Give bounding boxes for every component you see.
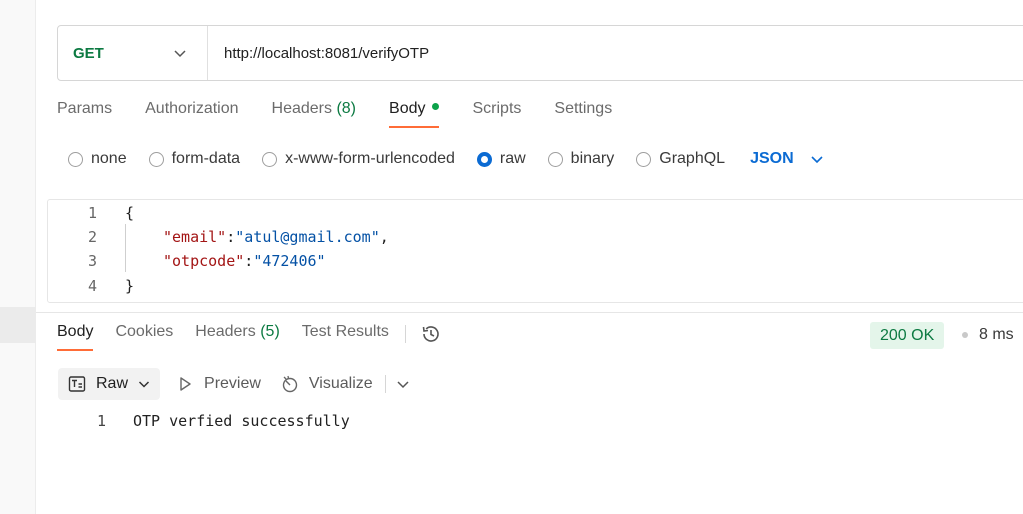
json-value-email: "atul@gmail.com" bbox=[235, 228, 380, 246]
editor-line: 1 { bbox=[48, 201, 134, 225]
radio-form-data[interactable]: form-data bbox=[148, 150, 241, 168]
code-text: } bbox=[125, 277, 135, 295]
tab-authorization[interactable]: Authorization bbox=[145, 100, 238, 128]
radio-none-label: none bbox=[91, 150, 127, 167]
tab-settings-label: Settings bbox=[554, 100, 613, 117]
radio-none[interactable]: none bbox=[68, 150, 127, 168]
request-tabs: Params Authorization Headers (8) Body Sc… bbox=[57, 100, 645, 128]
request-body-editor[interactable]: 1 { 2 "email":"atul@gmail.com", 3 "otpco… bbox=[47, 199, 1023, 303]
radio-urlencoded[interactable]: x-www-form-urlencoded bbox=[262, 150, 455, 168]
chevron-down-icon bbox=[811, 156, 823, 164]
tab-scripts-label: Scripts bbox=[472, 100, 522, 117]
radio-button[interactable] bbox=[262, 151, 278, 167]
method-selector[interactable]: GET bbox=[58, 26, 208, 80]
chevron-down-icon[interactable] bbox=[396, 377, 410, 391]
response-tab-body[interactable]: Body bbox=[57, 323, 94, 351]
visualize-label: Visualize bbox=[308, 375, 373, 392]
body-indicator-dot bbox=[432, 103, 440, 110]
format-dropdown[interactable]: JSON bbox=[750, 150, 824, 168]
line-number: 2 bbox=[87, 228, 97, 246]
format-label: JSON bbox=[750, 150, 794, 167]
raw-label: Raw bbox=[96, 375, 129, 392]
response-headers-count-badge: (5) bbox=[260, 323, 280, 340]
response-tab-body-label: Body bbox=[57, 323, 94, 340]
radio-raw[interactable]: raw bbox=[476, 150, 526, 168]
body-type-selector: none form-data x-www-form-urlencoded raw… bbox=[68, 150, 824, 168]
tab-body-label: Body bbox=[389, 100, 426, 117]
tab-params[interactable]: Params bbox=[57, 100, 112, 128]
visualize-button[interactable]: Visualize bbox=[281, 375, 373, 393]
preview-button[interactable]: Preview bbox=[176, 375, 261, 393]
response-text: OTP verfied successfully bbox=[133, 412, 350, 430]
line-number: 1 bbox=[96, 412, 106, 430]
editor-line: 2 "email":"atul@gmail.com", bbox=[48, 225, 389, 249]
radio-form-data-label: form-data bbox=[171, 150, 241, 167]
code-text: "otpcode":"472406" bbox=[163, 252, 326, 270]
chevron-down-icon bbox=[138, 381, 150, 388]
line-number: 1 bbox=[87, 204, 97, 222]
response-toolbar: Raw Preview Visualize bbox=[58, 368, 410, 400]
radio-raw-label: raw bbox=[499, 150, 526, 167]
visualize-icon bbox=[282, 375, 298, 393]
radio-binary[interactable]: binary bbox=[547, 150, 615, 168]
method-label: GET bbox=[73, 44, 104, 62]
left-sidebar-rail bbox=[0, 0, 36, 514]
url-input[interactable]: http://localhost:8081/verifyOTP bbox=[208, 45, 429, 62]
tab-separator bbox=[404, 325, 406, 343]
status-separator-dot bbox=[962, 332, 968, 338]
radio-graphql-label: GraphQL bbox=[659, 150, 726, 167]
response-tab-test-results[interactable]: Test Results bbox=[302, 323, 389, 351]
response-tab-headers-label: Headers bbox=[195, 323, 256, 340]
radio-urlencoded-label: x-www-form-urlencoded bbox=[285, 150, 455, 167]
tab-body[interactable]: Body bbox=[389, 100, 440, 128]
tab-scripts[interactable]: Scripts bbox=[472, 100, 521, 128]
sidebar-selected-item[interactable] bbox=[0, 307, 36, 343]
preview-label: Preview bbox=[204, 375, 261, 392]
play-icon bbox=[180, 377, 191, 391]
json-key-email: "email" bbox=[163, 228, 227, 246]
response-tab-test-results-label: Test Results bbox=[301, 323, 389, 340]
response-tab-cookies-label: Cookies bbox=[115, 323, 174, 340]
json-value-otpcode: "472406" bbox=[253, 252, 326, 270]
tab-authorization-label: Authorization bbox=[145, 100, 239, 117]
status-badge[interactable]: 200 OK bbox=[870, 322, 945, 349]
response-tab-headers[interactable]: Headers (5) bbox=[195, 323, 280, 351]
line-number: 4 bbox=[87, 277, 97, 295]
radio-button[interactable] bbox=[636, 151, 652, 167]
editor-line: 4 } bbox=[48, 274, 134, 298]
radio-button-checked[interactable] bbox=[476, 151, 492, 167]
chevron-down-icon bbox=[174, 50, 186, 58]
response-divider[interactable] bbox=[36, 312, 1023, 313]
radio-graphql[interactable]: GraphQL bbox=[636, 150, 725, 168]
tab-settings[interactable]: Settings bbox=[554, 100, 612, 128]
toolbar-separator bbox=[384, 375, 386, 393]
radio-button[interactable] bbox=[547, 151, 563, 167]
request-url-bar: GET http://localhost:8081/verifyOTP bbox=[57, 25, 1023, 81]
response-tabs: Body Cookies Headers (5) Test Results bbox=[57, 323, 442, 351]
text-format-icon bbox=[68, 376, 86, 392]
radio-binary-label: binary bbox=[570, 150, 615, 167]
headers-count-badge: (8) bbox=[336, 100, 357, 117]
radio-button[interactable] bbox=[68, 151, 83, 167]
line-number: 3 bbox=[87, 252, 97, 270]
tab-headers-label: Headers bbox=[271, 100, 332, 117]
indent-guide bbox=[125, 224, 126, 272]
radio-button[interactable] bbox=[148, 151, 164, 167]
history-icon[interactable] bbox=[420, 323, 442, 345]
response-time[interactable]: 8 ms bbox=[979, 326, 1014, 344]
raw-view-dropdown[interactable]: Raw bbox=[58, 368, 161, 400]
tab-params-label: Params bbox=[57, 100, 113, 117]
code-text: "email":"atul@gmail.com", bbox=[163, 228, 389, 246]
tab-headers[interactable]: Headers (8) bbox=[272, 100, 357, 128]
editor-line: 3 "otpcode":"472406" bbox=[48, 249, 326, 273]
code-text: { bbox=[125, 204, 135, 222]
response-tab-cookies[interactable]: Cookies bbox=[115, 323, 173, 351]
json-key-otpcode: "otpcode" bbox=[163, 252, 245, 270]
